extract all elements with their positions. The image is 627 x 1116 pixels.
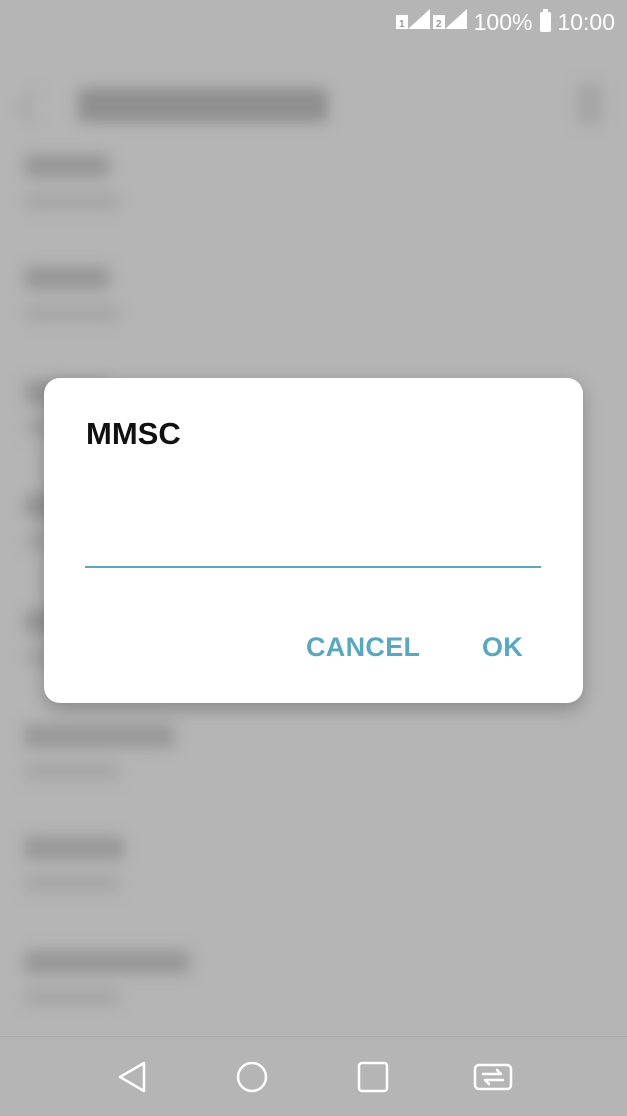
mmsc-dialog: MMSC CANCEL OK — [44, 378, 583, 703]
recents-button[interactable] — [353, 1057, 393, 1097]
ok-button[interactable]: OK — [476, 626, 529, 669]
sim1-signal-icon: 1 — [395, 7, 430, 37]
dual-window-icon — [473, 1063, 513, 1091]
back-icon — [118, 1061, 146, 1093]
svg-text:1: 1 — [399, 19, 405, 30]
background-list-item — [24, 836, 124, 892]
cancel-button[interactable]: CANCEL — [300, 626, 426, 669]
status-bar: 1 2 100% 10:00 — [0, 0, 627, 44]
dual-window-button[interactable] — [473, 1057, 513, 1097]
clock: 10:00 — [557, 8, 615, 35]
recents-icon — [357, 1061, 389, 1093]
sim2-signal-icon: 2 — [432, 7, 467, 37]
background-list-item — [24, 950, 190, 1006]
background-menu-icon — [577, 84, 603, 124]
background-list-item — [24, 724, 174, 780]
battery-icon — [540, 9, 552, 32]
background-toolbar — [0, 64, 627, 144]
home-button[interactable] — [232, 1057, 272, 1097]
back-button[interactable] — [112, 1057, 152, 1097]
background-list-item — [24, 154, 120, 210]
navigation-bar — [0, 1036, 627, 1116]
home-icon — [236, 1061, 268, 1093]
background-title — [78, 88, 328, 122]
battery-percent: 100% — [473, 8, 533, 35]
background-back-icon — [16, 88, 54, 126]
dialog-title: MMSC — [86, 416, 181, 451]
svg-text:2: 2 — [436, 19, 442, 30]
background-list-item — [24, 266, 120, 322]
mmsc-input[interactable] — [85, 498, 541, 568]
